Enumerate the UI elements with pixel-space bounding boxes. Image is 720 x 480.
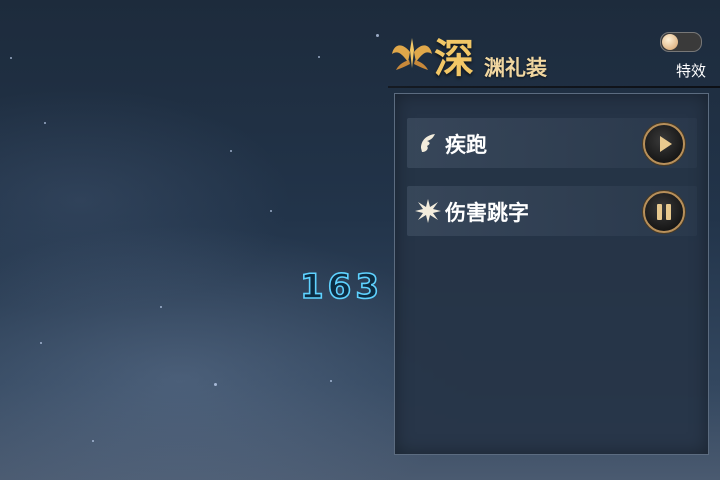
header: 深 渊礼装 特效: [388, 26, 720, 90]
list-item-sprint[interactable]: 疾跑: [407, 118, 697, 168]
list-item-label: 伤害跳字: [445, 200, 529, 225]
play-icon: [660, 136, 672, 152]
effects-label: 特效: [675, 62, 706, 80]
title-main: 深: [434, 35, 474, 82]
feather-boot-icon: [421, 134, 435, 152]
winged-emblem-icon: [392, 38, 432, 70]
burst-icon: [415, 199, 441, 223]
play-button[interactable]: [643, 123, 685, 165]
pause-icon: [657, 204, 671, 220]
pause-button[interactable]: [643, 191, 685, 233]
list-item-damage-text[interactable]: 伤害跳字: [407, 186, 697, 236]
options-panel: 疾跑 伤害跳字: [394, 93, 709, 455]
effects-toggle-knob: [662, 34, 678, 50]
damage-number: 163: [299, 266, 378, 306]
header-divider: [388, 86, 720, 88]
list-item-label: 疾跑: [445, 132, 487, 157]
damage-number-text: 163: [300, 267, 378, 306]
effects-toggle[interactable]: [660, 32, 702, 52]
title-sub: 渊礼装: [484, 55, 547, 80]
